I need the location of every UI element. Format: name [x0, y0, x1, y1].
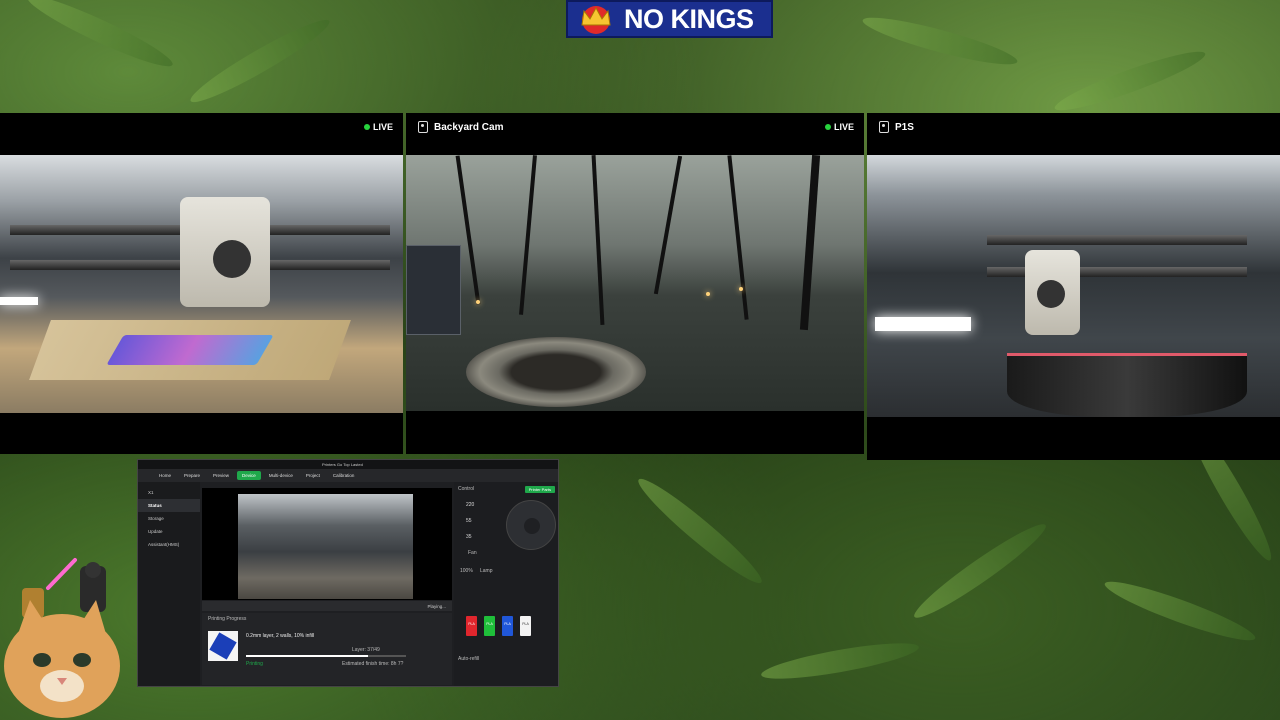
ams-spool[interactable]: PLA — [466, 616, 477, 636]
camera-icon — [418, 121, 428, 133]
camera-icon — [879, 121, 889, 133]
tab-device[interactable]: Device — [237, 471, 261, 480]
tab-project[interactable]: Project — [301, 471, 325, 480]
sidebar-item-status[interactable]: Status — [138, 499, 200, 512]
printing-progress-panel: Printing Progress 0.2mm layer, 2 walls, … — [202, 613, 452, 685]
device-sidebar: X1 Status Storage Update Assistant(HMS) — [138, 482, 200, 686]
camera-panel-p1s: P1S — [867, 113, 1280, 460]
camera-title: P1S — [895, 121, 914, 133]
banner-text: NO KINGS — [624, 3, 754, 34]
no-kings-banner: NO KINGS — [566, 0, 773, 38]
live-dot-icon — [824, 124, 831, 130]
tab-calibration[interactable]: Calibration — [328, 471, 360, 480]
control-label: Control — [458, 486, 475, 492]
lamp-label[interactable]: Lamp — [480, 568, 493, 574]
ams-spool[interactable]: PLA — [520, 616, 531, 636]
model-thumbnail — [208, 631, 238, 661]
camera-header: Backyard Cam — [406, 113, 864, 141]
camera-panel-printer: LIVE — [0, 113, 403, 454]
camera-feed-printer — [0, 155, 403, 413]
sidebar-item-storage[interactable]: Storage — [138, 512, 200, 525]
speed-label[interactable]: 100% — [460, 568, 473, 574]
live-dot-icon — [363, 124, 370, 130]
progress-label: Printing Progress — [208, 616, 247, 622]
chamber-temp[interactable]: 35 — [466, 534, 472, 540]
live-badge: LIVE — [363, 122, 393, 132]
camera-feed-backyard — [406, 155, 864, 411]
tab-prepare[interactable]: Prepare — [179, 471, 205, 480]
axis-control-dial[interactable] — [506, 500, 556, 550]
tab-home[interactable]: Home — [154, 471, 176, 480]
nozzle-temp[interactable]: 220 — [466, 502, 474, 508]
tab-bar: Home Prepare Preview Device Multi-device… — [138, 469, 558, 482]
camera-status: Playing... — [427, 603, 446, 609]
camera-title: Backyard Cam — [434, 121, 504, 133]
live-label: LIVE — [833, 122, 854, 132]
auto-refill-label[interactable]: Auto-refill — [458, 656, 479, 662]
camera-status-bar: Playing... — [202, 601, 452, 611]
estimated-time: Estimated finish time: 8h 7? — [342, 661, 404, 667]
control-panel: Control Printer Parts 220 55 35 Fan 100%… — [454, 482, 558, 686]
live-badge: LIVE — [824, 122, 854, 132]
printer-parts-button[interactable]: Printer Parts — [524, 486, 555, 493]
bed-temp[interactable]: 55 — [466, 518, 472, 524]
camera-panel-backyard: Backyard Cam LIVE — [406, 113, 864, 454]
tab-multi-device[interactable]: Multi-device — [264, 471, 298, 480]
state-text: Printing — [246, 661, 263, 667]
sidebar-item-assistant[interactable]: Assistant(HMS) — [138, 538, 200, 551]
window-titlebar: Printers Go Top Lasted — [138, 460, 558, 469]
printer-software-window: Printers Go Top Lasted Home Prepare Prev… — [137, 459, 559, 687]
live-label: LIVE — [372, 122, 393, 132]
camera-header — [0, 113, 403, 141]
device-selector[interactable]: X1 — [138, 486, 200, 499]
app-camera-view — [202, 488, 452, 600]
job-name: 0.2mm layer, 2 walls, 10% infill — [246, 633, 315, 639]
window-title: Printers Go Top Lasted — [322, 462, 363, 467]
ams-spool[interactable]: PLA — [484, 616, 495, 636]
layer-text: Layer: 37/49 — [352, 647, 380, 653]
sidebar-item-update[interactable]: Update — [138, 525, 200, 538]
cat-overlay-image — [0, 548, 135, 720]
camera-feed-p1s — [867, 155, 1280, 417]
tab-preview[interactable]: Preview — [208, 471, 234, 480]
camera-header: P1S — [867, 113, 1280, 141]
ams-spool[interactable]: PLA — [502, 616, 513, 636]
crown-icon — [574, 3, 618, 35]
progress-bar — [246, 655, 406, 657]
fan-label[interactable]: Fan — [468, 550, 477, 556]
